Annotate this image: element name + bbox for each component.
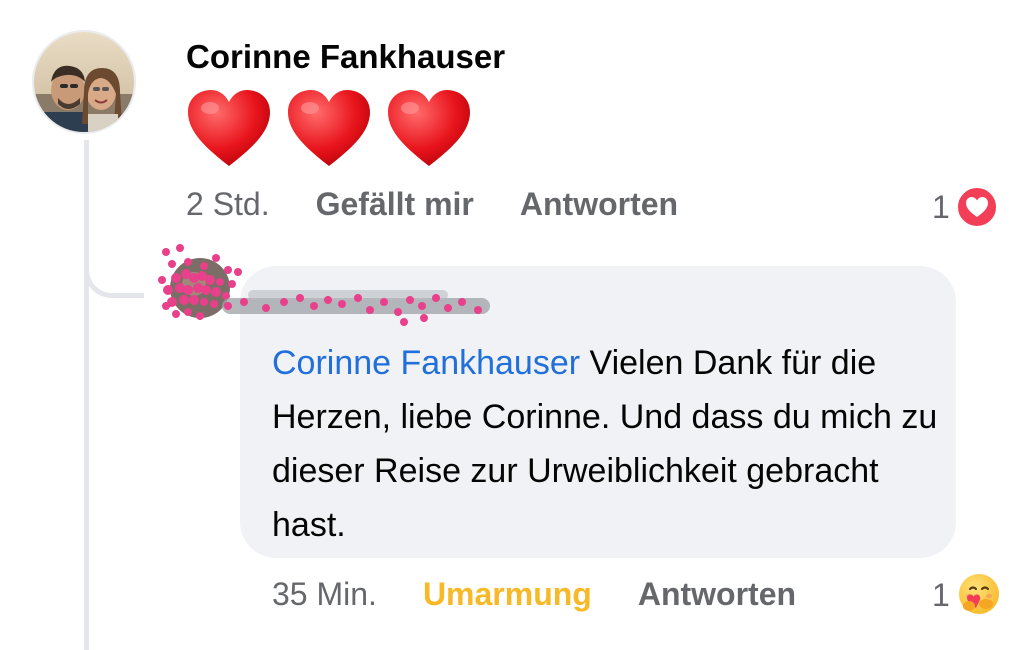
reply-button[interactable]: Antworten (520, 186, 678, 223)
hug-reaction-button[interactable]: Umarmung (423, 576, 592, 613)
redacted-author-name (222, 290, 490, 326)
reply-reaction-summary[interactable]: 1 (932, 572, 1002, 618)
reply-text: Corinne Fankhauser Vielen Dank für die H… (272, 336, 942, 552)
thread-connector (84, 240, 144, 298)
thread-line (84, 140, 89, 650)
heart-emoji-icon (288, 90, 370, 166)
avatar[interactable] (32, 30, 136, 134)
avatar-photo (34, 32, 134, 132)
comment-reaction-summary[interactable]: 1 (932, 186, 998, 228)
reply-timestamp[interactable]: 35 Min. (272, 576, 377, 613)
reply-actions: 35 Min. Umarmung Antworten (272, 576, 796, 613)
heart-emoji-icon (388, 90, 470, 166)
comment-author-name[interactable]: Corinne Fankhauser (186, 38, 505, 76)
reaction-count: 1 (932, 576, 950, 613)
heart-emoji-icon (188, 90, 270, 166)
reaction-count: 1 (932, 188, 950, 225)
care-hug-reaction-icon (958, 574, 999, 614)
mention-link[interactable]: Corinne Fankhauser (272, 344, 580, 382)
reply-button[interactable]: Antworten (638, 576, 796, 613)
love-reaction-icon (955, 186, 998, 228)
comment-timestamp[interactable]: 2 Std. (186, 186, 270, 223)
comment-content-hearts (186, 88, 472, 168)
like-button[interactable]: Gefällt mir (316, 186, 474, 223)
comment-actions: 2 Std. Gefällt mir Antworten (186, 186, 678, 223)
